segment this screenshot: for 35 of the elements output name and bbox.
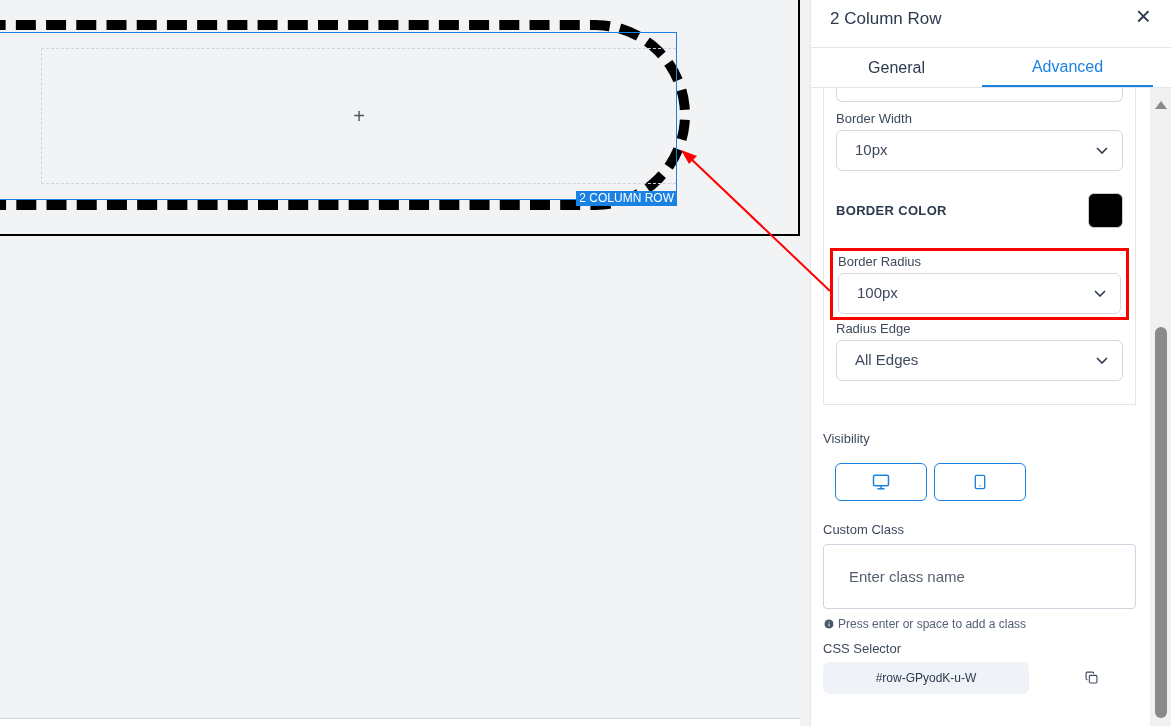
select-field[interactable]: 100px [838, 273, 1121, 314]
input-field[interactable] [836, 88, 1123, 102]
scrollbar[interactable] [1150, 88, 1171, 726]
desktop-toggle[interactable] [835, 462, 927, 501]
section-label: CSS Selector [823, 640, 903, 658]
input-field[interactable]: Enter class name [823, 544, 1136, 609]
chevron-down-icon [1096, 357, 1108, 364]
select-field[interactable]: 10px [836, 130, 1123, 171]
info-icon [823, 618, 835, 630]
dashed-row[interactable]: + 2 COLUMN ROW [0, 20, 690, 210]
copy-button[interactable] [1085, 671, 1098, 684]
selector-value: #row-GPyodK-u-W [823, 661, 1029, 694]
field-label: Border Radius [838, 253, 923, 271]
monitor-icon [872, 472, 890, 491]
color-swatch[interactable] [1088, 193, 1123, 228]
row-label[interactable]: 2 COLUMN ROW [576, 191, 677, 206]
hint-text: Press enter or space to add a class [838, 616, 1027, 633]
field-label: Border Width [836, 110, 913, 128]
close-button[interactable]: × [1135, 6, 1151, 26]
chevron-down-icon [1096, 147, 1108, 154]
tab[interactable]: General [811, 48, 982, 87]
scroll-up-icon [1153, 100, 1168, 110]
panel-title: 2 Column Row [830, 8, 942, 30]
phone-icon [972, 473, 988, 490]
section-label: Visibility [823, 430, 871, 448]
chevron-down-icon [1094, 290, 1106, 297]
tab[interactable]: Advanced [982, 48, 1153, 87]
scrollbar-thumb[interactable] [1154, 327, 1167, 718]
section-label: Custom Class [823, 520, 905, 539]
copy-icon [1085, 671, 1098, 684]
add-element-button[interactable]: + [353, 106, 365, 126]
select-field[interactable]: All Edges [836, 340, 1123, 381]
mobile-toggle[interactable] [934, 462, 1026, 501]
field-label: Radius Edge [836, 320, 912, 338]
field-label: BORDER COLOR [836, 201, 947, 220]
